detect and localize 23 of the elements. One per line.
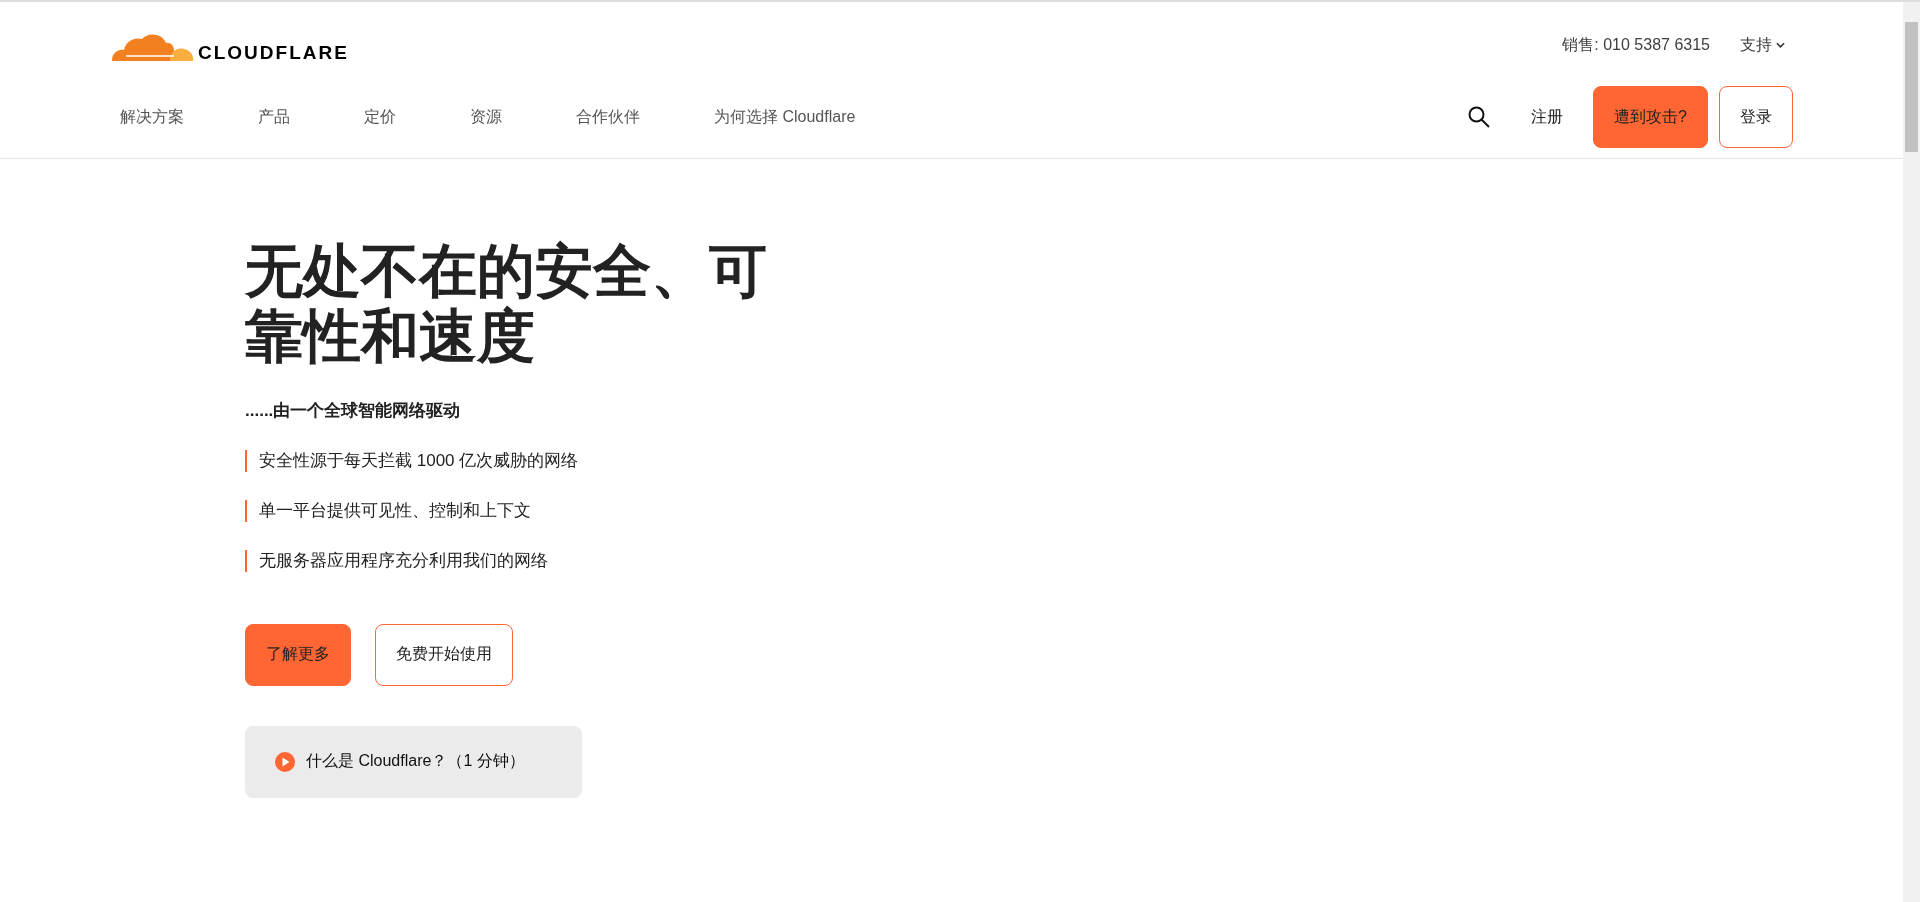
scrollbar-thumb[interactable] bbox=[1905, 22, 1918, 152]
signup-link[interactable]: 注册 bbox=[1531, 106, 1564, 128]
hero-title: 无处不在的安全、可靠性和速度 bbox=[245, 239, 768, 369]
under-attack-button[interactable]: 遭到攻击? bbox=[1593, 86, 1708, 148]
nav-item[interactable]: 解决方案 bbox=[110, 106, 194, 128]
nav-item[interactable]: 产品 bbox=[248, 106, 300, 128]
login-button[interactable]: 登录 bbox=[1719, 86, 1793, 148]
chevron-down-icon bbox=[1776, 42, 1785, 48]
nav-item[interactable]: 资源 bbox=[460, 106, 512, 128]
nav-item[interactable]: 为何选择 Cloudflare bbox=[704, 106, 866, 128]
logo-wordmark: CLOUDFLARE bbox=[198, 43, 349, 62]
nav-item[interactable]: 合作伙伴 bbox=[566, 106, 650, 128]
support-link[interactable]: 支持 bbox=[1740, 34, 1785, 56]
sales-phone: 销售: 010 5387 6315 bbox=[1562, 34, 1710, 55]
cloudflare-logo[interactable]: CLOUDFLARE bbox=[110, 15, 349, 63]
nav-item[interactable]: 定价 bbox=[354, 106, 406, 128]
video-link[interactable]: 什么是 Cloudflare？（1 分钟） bbox=[245, 725, 582, 798]
play-icon bbox=[275, 751, 295, 772]
hero-subtitle: ......由一个全球智能网络驱动 bbox=[245, 399, 462, 422]
learn-more-button[interactable]: 了解更多 bbox=[245, 623, 351, 686]
get-started-button[interactable]: 免费开始使用 bbox=[375, 623, 513, 686]
search-icon[interactable] bbox=[1467, 105, 1492, 129]
scrollbar[interactable] bbox=[1903, 2, 1920, 902]
